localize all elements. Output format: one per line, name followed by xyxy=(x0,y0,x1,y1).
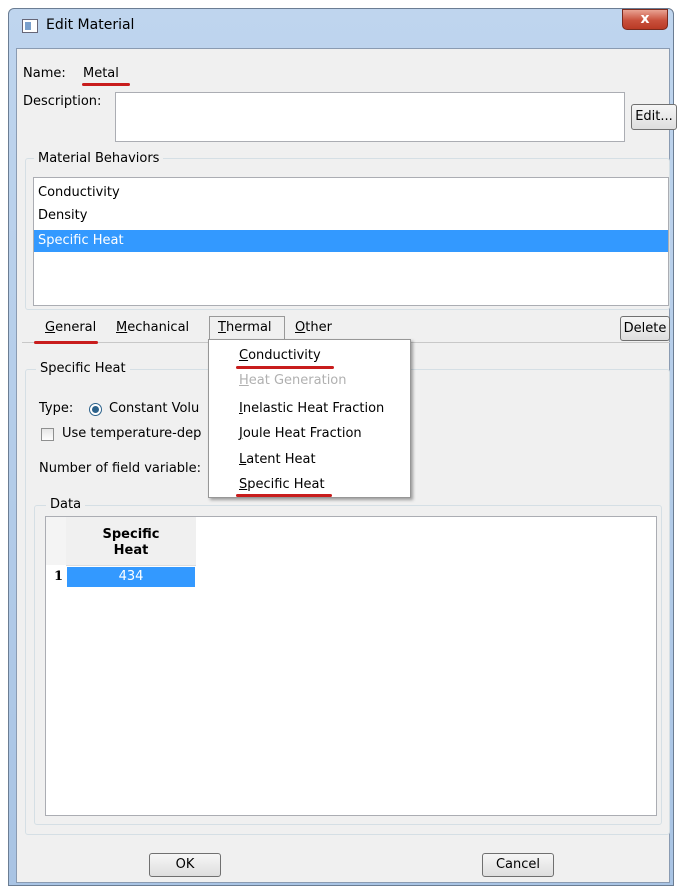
menu-item-inelastic-heat-fraction[interactable]: Inelastic Heat Fraction xyxy=(239,401,384,416)
menu-item-latent-heat[interactable]: Latent Heat xyxy=(239,452,316,467)
row-header-column xyxy=(46,517,66,565)
description-field[interactable] xyxy=(115,92,625,142)
type-radio[interactable] xyxy=(89,403,102,416)
cancel-button[interactable]: Cancel xyxy=(482,853,554,877)
menu-mechanical[interactable]: Mechanical xyxy=(116,320,189,335)
name-value[interactable]: Metal xyxy=(83,66,119,81)
annotation-underline xyxy=(236,494,332,497)
menu-general[interactable]: General xyxy=(45,320,96,335)
temperature-dependent-label: Use temperature-dep xyxy=(62,426,202,441)
edit-description-button[interactable]: Edit... xyxy=(631,104,677,130)
menu-thermal[interactable]: Thermal xyxy=(218,320,272,335)
app-icon xyxy=(22,19,38,33)
field-variables-label: Number of field variable: xyxy=(39,461,202,476)
menu-item-heat-generation: Heat Generation xyxy=(239,373,347,388)
menu-item-specific-heat[interactable]: Specific Heat xyxy=(239,477,325,492)
ok-button[interactable]: OK xyxy=(149,853,221,877)
window-title: Edit Material xyxy=(46,17,135,33)
material-behaviors-list[interactable]: Conductivity Density Specific Heat xyxy=(33,177,669,306)
delete-button[interactable]: Delete xyxy=(620,316,670,341)
name-label: Name: xyxy=(23,66,66,81)
column-header-line: Specific xyxy=(102,527,160,542)
column-header-line: Heat xyxy=(113,543,149,558)
table-cell-selected[interactable]: 434 xyxy=(67,567,195,587)
close-button[interactable]: x xyxy=(622,9,668,30)
temperature-dependent-checkbox[interactable] xyxy=(41,428,54,441)
data-table[interactable]: Specific Heat 1 434 xyxy=(45,516,657,816)
behavior-item-selected[interactable]: Specific Heat xyxy=(34,230,668,252)
type-label: Type: xyxy=(39,401,74,416)
thermal-dropdown-menu: Conductivity Heat Generation Inelastic H… xyxy=(208,339,411,498)
menu-item-joule-heat-fraction[interactable]: Joule Heat Fraction xyxy=(239,426,362,441)
type-value[interactable]: Constant Volu xyxy=(109,401,199,416)
description-label: Description: xyxy=(23,94,102,109)
behavior-item[interactable]: Density xyxy=(34,205,668,227)
data-title: Data xyxy=(46,497,86,512)
row-index: 1 xyxy=(54,569,64,584)
specific-heat-title: Specific Heat xyxy=(36,361,130,376)
menu-other[interactable]: Other xyxy=(295,320,332,335)
behavior-item[interactable]: Conductivity xyxy=(34,182,668,204)
annotation-underline xyxy=(82,83,130,86)
annotation-underline xyxy=(236,366,334,369)
menu-item-conductivity[interactable]: Conductivity xyxy=(239,348,321,363)
material-behaviors-title: Material Behaviors xyxy=(34,151,164,166)
annotation-underline xyxy=(34,341,98,344)
